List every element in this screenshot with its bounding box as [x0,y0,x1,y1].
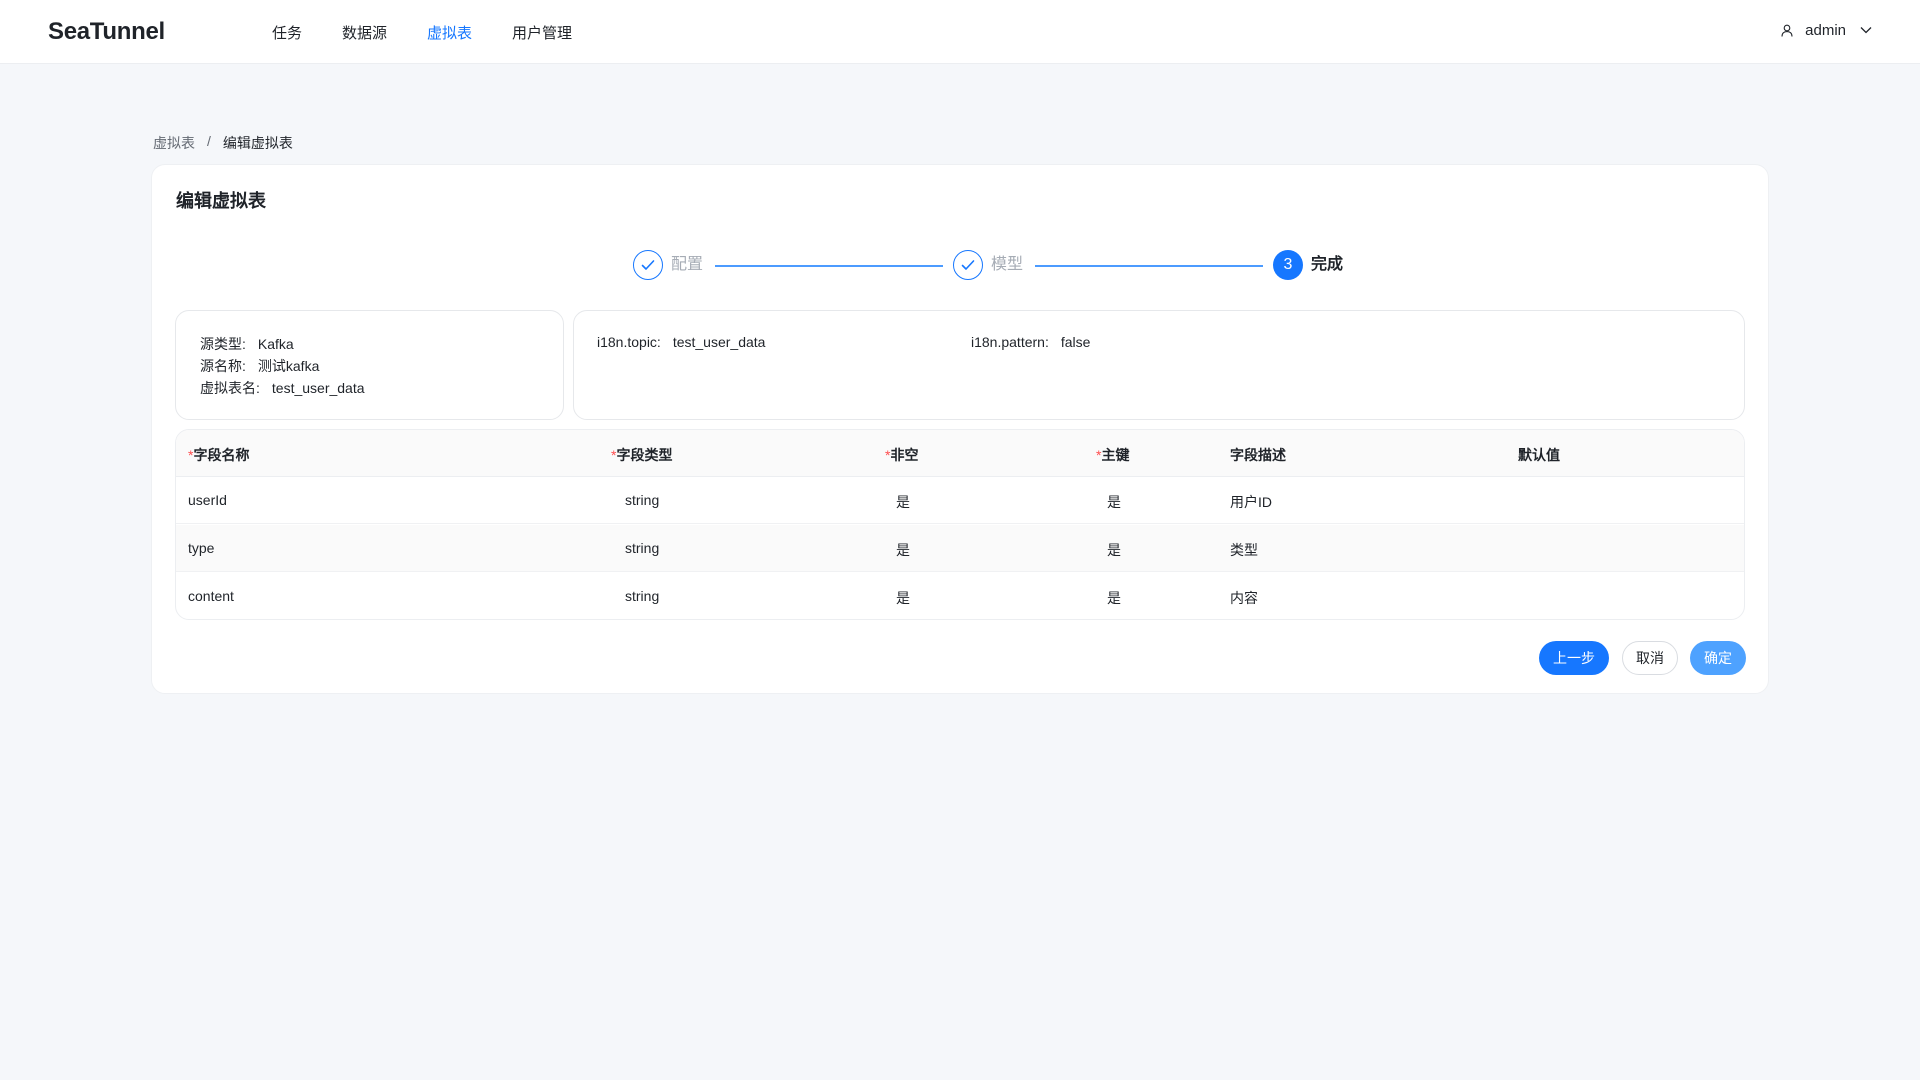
user-name: admin [1805,21,1846,39]
cancel-button[interactable]: 取消 [1622,641,1678,675]
steps: 配置 模型 3 完成 [152,165,1768,280]
cell-primary-key: 是 [1107,590,1121,606]
topic-label: i18n.topic: [597,334,661,350]
column-header-primary-key: *主键 [1096,447,1130,463]
breadcrumb: 虚拟表 / 编辑虚拟表 [153,133,293,153]
source-name-value: 测试kafka [257,358,320,374]
nav-item-user-management[interactable]: 用户管理 [512,22,572,43]
pattern-label: i18n.pattern: [971,334,1049,350]
column-header-not-null: *非空 [885,447,919,463]
cell-field-name: type [188,540,215,556]
pattern-value: false [1060,334,1091,350]
pattern-row: i18n.pattern: false [971,334,1090,350]
step-connector-2 [1035,265,1263,267]
source-name-row: 源名称: 测试kafka [200,356,319,376]
step-1-check-icon [633,250,663,280]
nav-item-tasks[interactable]: 任务 [272,22,302,43]
user-menu[interactable]: admin [1781,0,1872,60]
topic-value: test_user_data [672,334,766,350]
breadcrumb-separator: / [207,133,211,149]
table-row: userId string 是 是 用户ID [176,477,1744,524]
step-2-check-icon [953,250,983,280]
table-row: type string 是 是 类型 [176,525,1744,572]
step-1-label: 配置 [671,256,704,273]
step-connector-1 [715,265,943,267]
source-type-label: 源类型: [200,336,246,352]
fields-table: *字段名称 *字段类型 *非空 *主键 字段描述 默认值 userId stri… [175,429,1745,620]
source-info-panel: 源类型: Kafka 源名称: 测试kafka 虚拟表名: test_user_dat… [175,310,564,420]
user-icon [1781,24,1793,37]
cell-description: 内容 [1230,590,1258,606]
step-2-label: 模型 [991,256,1024,273]
cell-not-null: 是 [896,590,910,606]
table-header: *字段名称 *字段类型 *非空 *主键 字段描述 默认值 [176,430,1744,477]
virtual-table-name-row: 虚拟表名: test_user_data [200,378,365,398]
main-nav: 任务 数据源 虚拟表 用户管理 [272,0,612,64]
cell-field-type: string [625,492,660,508]
cell-field-type: string [625,588,660,604]
nav-item-datasource[interactable]: 数据源 [342,22,387,43]
top-header: SeaTunnel 任务 数据源 虚拟表 用户管理 admin [0,0,1920,64]
step-3-number: 3 [1273,250,1303,280]
source-type-value: Kafka [257,336,294,352]
edit-virtual-table-card: 编辑虚拟表 配置 模型 3 完成 源类型: Kafka 源名称: 测试kafka 虚… [151,164,1769,694]
source-type-row: 源类型: Kafka [200,334,294,354]
cell-field-name: userId [188,492,227,508]
cell-field-type: string [625,540,660,556]
cell-primary-key: 是 [1107,494,1121,510]
breadcrumb-current: 编辑虚拟表 [222,135,293,151]
column-header-description: 字段描述 [1230,447,1286,463]
cell-description: 用户ID [1230,494,1272,510]
step-3-label: 完成 [1311,256,1344,273]
column-header-field-type: *字段类型 [611,447,673,463]
app-logo[interactable]: SeaTunnel [48,18,165,46]
confirm-button[interactable]: 确定 [1690,641,1746,675]
table-row: content string 是 是 内容 [176,573,1744,619]
cell-field-name: content [188,588,234,604]
column-header-default-value: 默认值 [1518,447,1560,463]
cell-description: 类型 [1230,542,1258,558]
page-title: 编辑虚拟表 [176,191,266,211]
breadcrumb-link-virtual-table[interactable]: 虚拟表 [153,133,195,153]
cell-not-null: 是 [896,542,910,558]
nav-item-virtual-table[interactable]: 虚拟表 [427,22,472,43]
virtual-table-name-label: 虚拟表名: [200,380,260,396]
chevron-down-icon[interactable] [1860,26,1872,34]
prev-step-button[interactable]: 上一步 [1539,641,1609,675]
cell-not-null: 是 [896,494,910,510]
column-header-field-name: *字段名称 [188,447,250,463]
topic-row: i18n.topic: test_user_data [597,334,765,350]
source-name-label: 源名称: [200,358,246,374]
virtual-table-name-value: test_user_data [271,380,365,396]
params-panel: i18n.topic: test_user_data i18n.pattern: f… [573,310,1745,420]
cell-primary-key: 是 [1107,542,1121,558]
